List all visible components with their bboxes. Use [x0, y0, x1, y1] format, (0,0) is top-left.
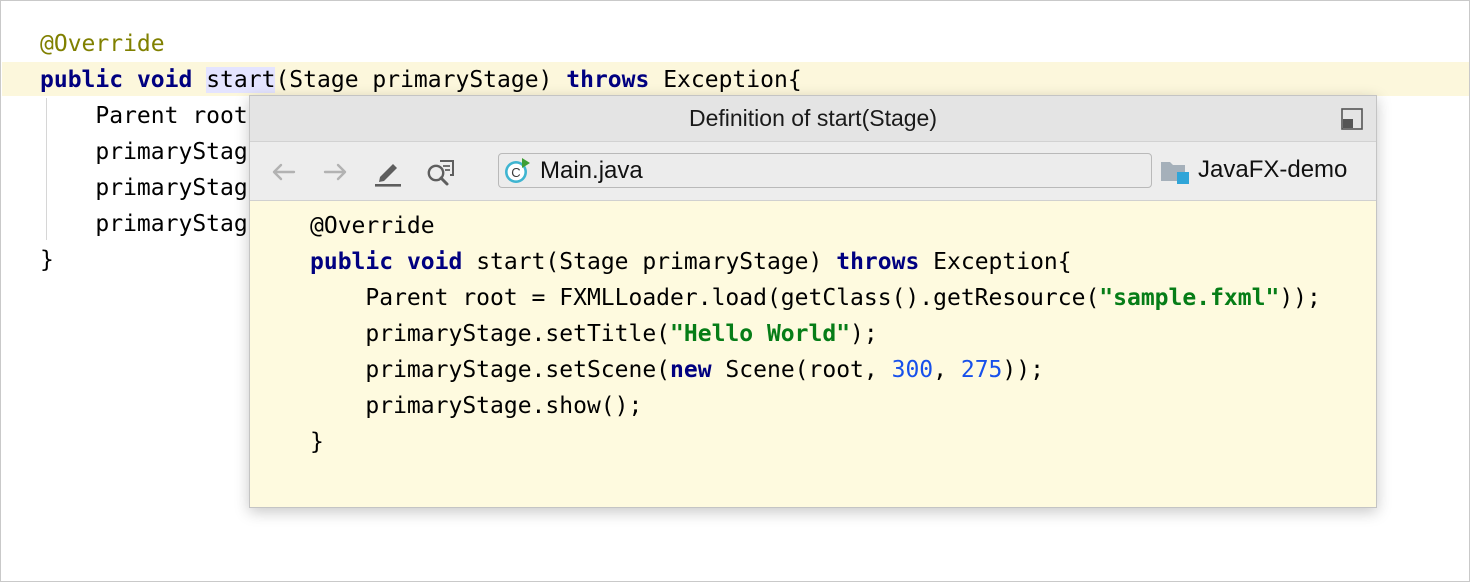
code-segment: primaryStage.setScene(	[310, 357, 671, 383]
arrow-left-icon[interactable]	[267, 156, 299, 188]
code-segment: ));	[1279, 285, 1321, 311]
keyword-void: void	[406, 249, 463, 275]
definition-line-4: primaryStage.setTitle("Hello World");	[310, 316, 878, 352]
method-params: (Stage primaryStage)	[275, 67, 567, 93]
editor-line-3[interactable]: Parent root	[40, 98, 247, 134]
keyword-throws: throws	[836, 249, 920, 275]
string-literal-title: "Hello World"	[670, 321, 851, 347]
definition-line-5: primaryStage.setScene(new Scene(root, 30…	[310, 352, 1044, 388]
keyword-throws: throws	[566, 67, 650, 93]
editor-line-2[interactable]: public void start(Stage primaryStage) th…	[40, 62, 802, 98]
keyword-public: public	[40, 67, 124, 93]
code-segment: Parent root = FXMLLoader.load(getClass()…	[310, 285, 1100, 311]
definition-exception: Exception{	[919, 249, 1072, 275]
restore-window-icon[interactable]	[1341, 108, 1363, 130]
editor-line-6[interactable]: primaryStag	[40, 206, 247, 242]
editor-line-7[interactable]: }	[40, 242, 54, 278]
definition-annotation: @Override	[310, 213, 435, 239]
code-segment: Scene(root,	[711, 357, 892, 383]
code-segment: );	[850, 321, 878, 347]
pencil-icon[interactable]	[372, 156, 404, 188]
definition-signature: start(Stage primaryStage)	[462, 249, 837, 275]
definition-popup[interactable]: Definition of start(Stage) C Main.java J…	[249, 95, 1377, 508]
string-literal-fxml: "sample.fxml"	[1099, 285, 1280, 311]
file-name: Main.java	[540, 157, 643, 184]
file-path-field[interactable]: C Main.java	[498, 153, 1152, 188]
find-usages-icon[interactable]	[424, 156, 456, 188]
keyword-new: new	[670, 357, 712, 383]
code-segment: ));	[1002, 357, 1044, 383]
popup-toolbar: C Main.java JavaFX-demo	[250, 142, 1376, 201]
keyword-void: void	[136, 67, 193, 93]
module-name: JavaFX-demo	[1198, 156, 1348, 183]
svg-text:C: C	[511, 165, 520, 180]
definition-line-6: primaryStage.show();	[310, 393, 643, 419]
popup-title[interactable]: Definition of start(Stage)	[250, 96, 1376, 142]
editor-line-1[interactable]: @Override	[40, 26, 165, 62]
editor-line-5[interactable]: primaryStag	[40, 170, 247, 206]
number-literal: 300	[891, 357, 934, 383]
code-segment: ,	[933, 357, 961, 383]
definition-line-1: @Override	[310, 208, 435, 244]
method-exception: Exception{	[649, 67, 802, 93]
arrow-right-icon[interactable]	[320, 156, 352, 188]
definition-line-7: }	[310, 429, 324, 455]
editor-line-4[interactable]: primaryStag	[40, 134, 247, 170]
keyword-public: public	[310, 249, 394, 275]
method-name-start[interactable]: start	[206, 67, 276, 93]
definition-line-3: Parent root = FXMLLoader.load(getClass()…	[310, 280, 1321, 316]
java-class-icon: C	[503, 157, 531, 185]
number-literal: 275	[960, 357, 1003, 383]
annotation-override: @Override	[40, 31, 165, 57]
code-segment: primaryStage.setTitle(	[310, 321, 671, 347]
definition-line-2: public void start(Stage primaryStage) th…	[310, 244, 1072, 280]
module-folder-icon	[1160, 157, 1190, 185]
